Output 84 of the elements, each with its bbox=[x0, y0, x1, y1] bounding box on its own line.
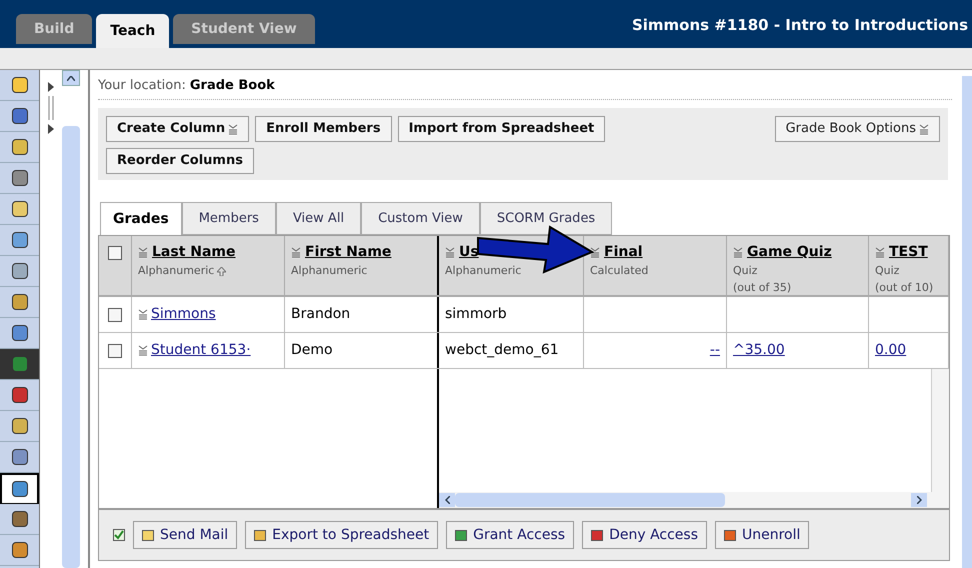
tool-icon bbox=[12, 449, 28, 465]
grade-link[interactable]: ^35.00 bbox=[733, 340, 785, 361]
location-value: Grade Book bbox=[190, 76, 275, 94]
tool-icon bbox=[12, 325, 28, 341]
toolbar-button[interactable]: Reorder Columns bbox=[106, 148, 254, 174]
toolbar-button[interactable]: Import from Spreadsheet bbox=[398, 116, 606, 142]
column-type: Alphanumeric bbox=[445, 263, 522, 279]
export-icon bbox=[254, 530, 266, 540]
grant-icon bbox=[455, 530, 468, 540]
column-type: Alphanumeric bbox=[291, 263, 368, 279]
tool-icon bbox=[12, 481, 28, 497]
view-tab[interactable]: Grades bbox=[100, 202, 182, 235]
action-button[interactable]: Deny Access bbox=[582, 521, 707, 549]
tool-icon bbox=[12, 170, 28, 186]
tool-button[interactable] bbox=[0, 473, 39, 504]
scroll-left-button[interactable] bbox=[439, 493, 455, 507]
course-title: Simmons #1180 - Intro to Introductions bbox=[632, 14, 968, 36]
menu-caret-icon[interactable] bbox=[590, 247, 600, 258]
checkbox[interactable] bbox=[108, 308, 122, 322]
vertical-scrollbar[interactable] bbox=[931, 369, 949, 492]
checkbox[interactable] bbox=[108, 344, 122, 358]
page-scrollbar[interactable] bbox=[962, 76, 972, 568]
grade-link[interactable]: -- bbox=[710, 340, 720, 361]
checkbox[interactable] bbox=[108, 246, 122, 260]
view-tab[interactable]: Custom View bbox=[361, 202, 480, 235]
sort-up-arrow-icon bbox=[217, 266, 226, 276]
table-cell-text: Demo bbox=[291, 341, 333, 360]
top-tab[interactable]: Teach bbox=[96, 14, 170, 48]
tool-icon bbox=[12, 542, 28, 558]
caret-right-icon bbox=[916, 496, 922, 504]
column-title-link[interactable]: Us bbox=[459, 242, 479, 263]
tool-icon bbox=[12, 387, 28, 403]
tool-icon bbox=[12, 263, 28, 279]
scroll-up-button[interactable] bbox=[62, 70, 80, 86]
table-cell-text: Brandon bbox=[291, 305, 350, 324]
table-cell-text: webct_demo_61 bbox=[445, 341, 559, 360]
tool-icon bbox=[12, 201, 28, 217]
action-button[interactable]: Export to Spreadsheet bbox=[245, 521, 438, 549]
expand-arrow-icon[interactable] bbox=[48, 82, 54, 92]
column-max-points: (out of 10) bbox=[875, 280, 934, 295]
toolbar-button[interactable]: Create Column bbox=[106, 116, 250, 142]
column-type: Quiz bbox=[733, 263, 758, 279]
column-title-link[interactable]: First Name bbox=[305, 242, 392, 263]
column-title-link[interactable]: Last Name bbox=[152, 242, 236, 263]
column-type: Calculated bbox=[590, 263, 648, 279]
tool-icon bbox=[12, 418, 28, 434]
horizontal-scrollbar[interactable] bbox=[439, 492, 949, 508]
tool-icon bbox=[12, 232, 28, 248]
tool-icon bbox=[12, 77, 28, 93]
table-cell-text: simmorb bbox=[445, 305, 507, 324]
action-button[interactable]: Unenroll bbox=[715, 521, 810, 549]
action-button[interactable]: Grant Access bbox=[446, 521, 574, 549]
grade-link[interactable]: Simmons bbox=[151, 304, 216, 325]
view-tab[interactable]: View All bbox=[276, 202, 362, 235]
selected-checkbox-icon bbox=[113, 529, 125, 541]
tool-icon bbox=[12, 108, 28, 124]
column-title-link[interactable]: Game Quiz bbox=[747, 242, 832, 263]
scrollbar-track[interactable] bbox=[62, 126, 80, 568]
splitter-handle-icon[interactable] bbox=[48, 96, 54, 120]
deny-icon bbox=[591, 530, 604, 540]
expand-arrow-icon[interactable] bbox=[48, 124, 54, 134]
tool-icon bbox=[12, 356, 28, 372]
caret-left-icon bbox=[444, 496, 450, 504]
tool-icon bbox=[12, 294, 28, 310]
column-type: Quiz bbox=[875, 263, 900, 279]
column-max-points: (out of 35) bbox=[733, 280, 792, 295]
unenroll-icon bbox=[724, 530, 736, 540]
column-type: Alphanumeric bbox=[138, 263, 214, 279]
toolbar-button[interactable]: Grade Book Options bbox=[774, 116, 940, 142]
caret-up-icon bbox=[67, 76, 75, 80]
scrollbar-thumb[interactable] bbox=[455, 493, 725, 507]
grade-link[interactable]: Student 6153· bbox=[151, 340, 251, 361]
toolbar-button[interactable]: Enroll Members bbox=[255, 116, 392, 142]
tool-icon bbox=[12, 139, 28, 155]
tool-icon bbox=[12, 511, 28, 527]
view-tab[interactable]: Members bbox=[182, 202, 276, 235]
column-title-link[interactable]: TEST bbox=[889, 242, 928, 263]
scroll-right-button[interactable] bbox=[911, 493, 927, 507]
grade-link[interactable]: 0.00 bbox=[875, 340, 906, 361]
action-button[interactable]: Send Mail bbox=[133, 521, 238, 549]
column-title-link[interactable]: Final bbox=[604, 242, 643, 263]
location-label: Your location: bbox=[98, 76, 186, 94]
mail-icon bbox=[142, 530, 154, 540]
view-tab[interactable]: SCORM Grades bbox=[480, 202, 612, 235]
